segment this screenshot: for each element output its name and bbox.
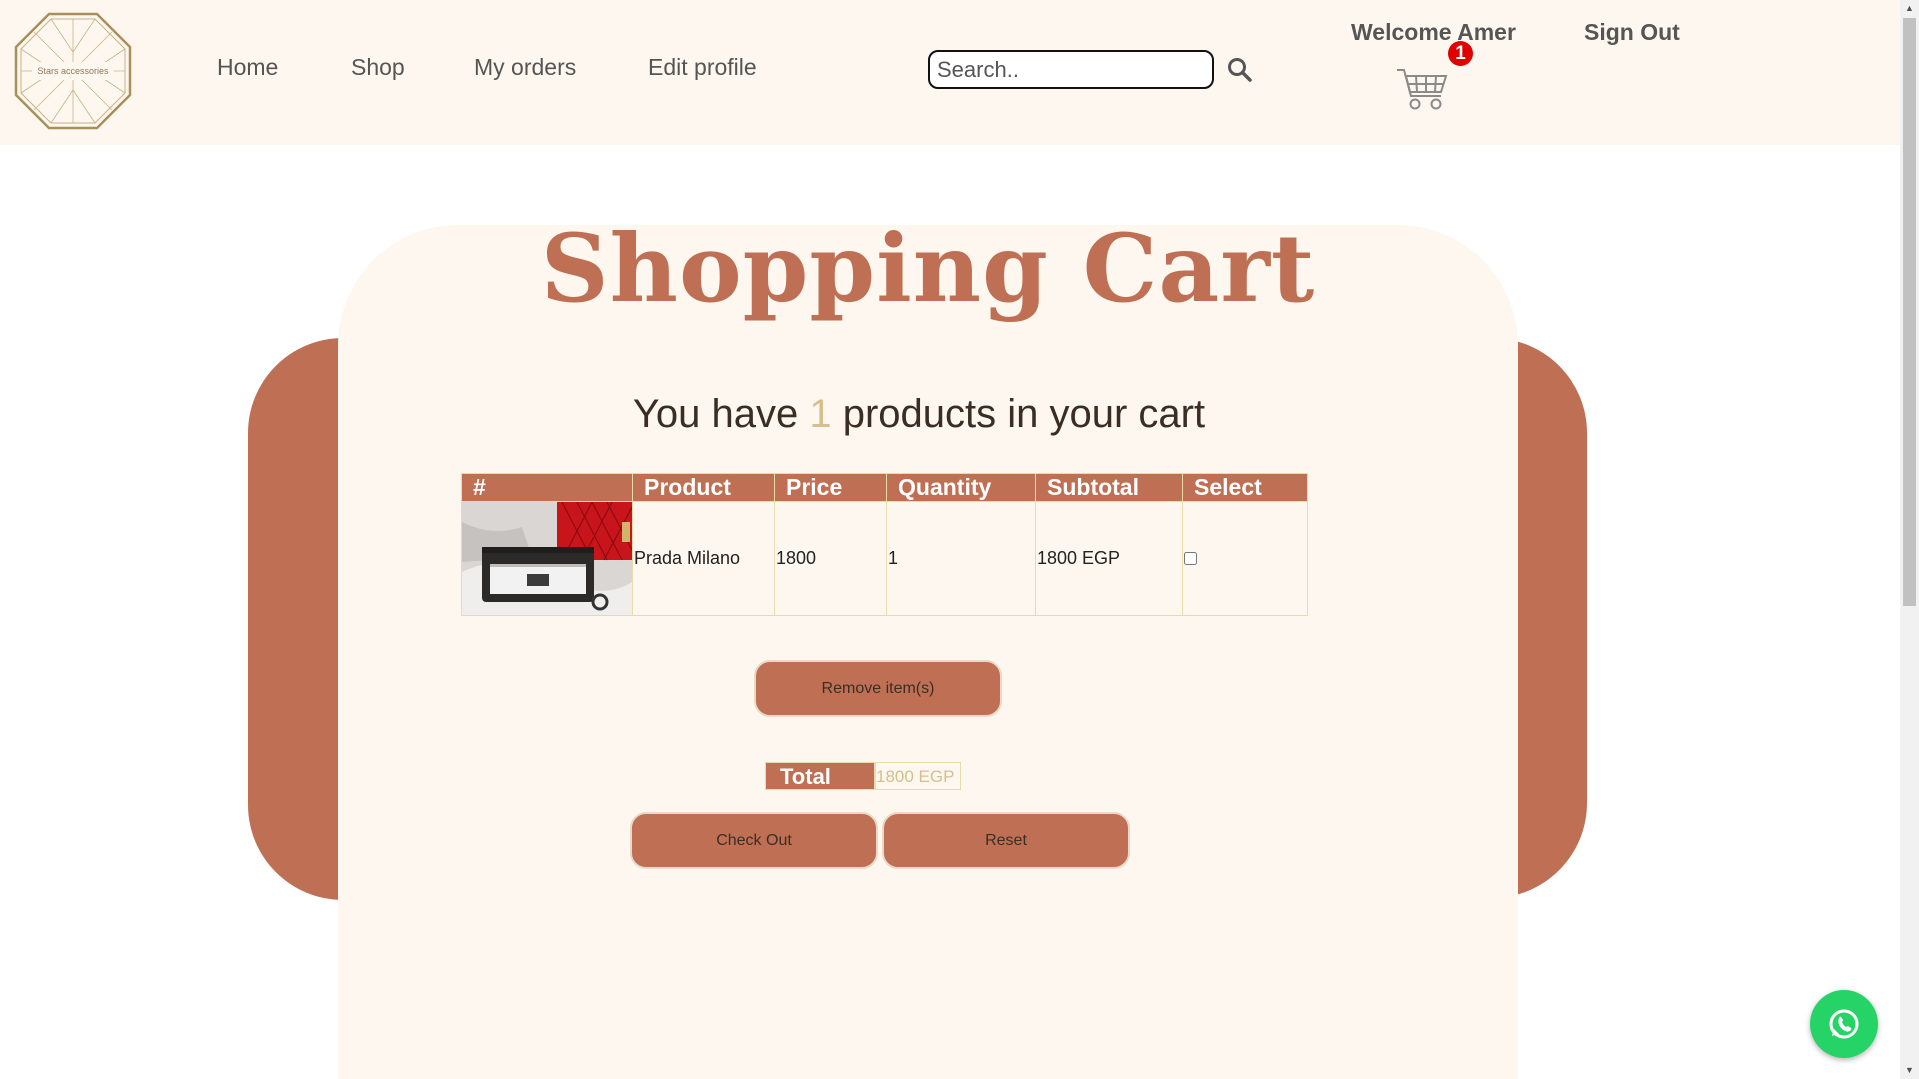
site-header: Stars accessories Home Shop My orders Ed…	[0, 0, 1900, 145]
cart-table: # Product Price Quantity Subtotal Select	[461, 473, 1308, 616]
viewport: Stars accessories Home Shop My orders Ed…	[0, 0, 1919, 1079]
col-header-index: #	[461, 473, 633, 502]
cart-count-badge: 1	[1448, 41, 1473, 66]
product-quantity: 1	[886, 501, 1036, 616]
scroll-down-icon[interactable]: ▼	[1900, 1062, 1919, 1079]
product-name: Prada Milano	[632, 501, 775, 616]
logo-icon[interactable]: Stars accessories	[14, 12, 132, 130]
product-image-cell	[461, 501, 633, 616]
col-header-subtotal: Subtotal	[1035, 473, 1183, 502]
col-header-quantity: Quantity	[886, 473, 1036, 502]
col-header-price: Price	[774, 473, 887, 502]
table-header-row: # Product Price Quantity Subtotal Select	[461, 473, 1308, 502]
cart-icon[interactable]	[1395, 66, 1449, 112]
page-title: Shopping Cart	[540, 214, 1316, 324]
nav-shop[interactable]: Shop	[351, 54, 405, 81]
logo-text: Stars accessories	[37, 66, 109, 76]
product-image[interactable]	[462, 502, 632, 615]
col-header-select: Select	[1182, 473, 1308, 502]
whatsapp-button[interactable]	[1810, 990, 1878, 1058]
scroll-thumb[interactable]	[1903, 18, 1916, 606]
remove-items-button[interactable]: Remove item(s)	[754, 660, 1002, 717]
product-subtotal: 1800 EGP	[1035, 501, 1183, 616]
vertical-scrollbar[interactable]: ▲ ▼	[1900, 0, 1919, 1079]
search-input[interactable]	[928, 50, 1214, 89]
summary-count: 1	[809, 392, 832, 436]
select-checkbox[interactable]	[1184, 551, 1197, 565]
nav-home[interactable]: Home	[217, 54, 278, 81]
checkout-button[interactable]: Check Out	[630, 812, 878, 869]
search-icon[interactable]	[1226, 56, 1254, 84]
col-header-product: Product	[632, 473, 775, 502]
reset-button[interactable]: Reset	[882, 812, 1130, 869]
cart-card	[338, 225, 1518, 1079]
nav-my-orders[interactable]: My orders	[474, 54, 576, 81]
table-row: Prada Milano 1800 1 1800 EGP	[461, 501, 1308, 616]
welcome-text: Welcome Amer	[1351, 19, 1516, 45]
select-cell	[1182, 501, 1308, 616]
total-label: Total	[765, 762, 875, 790]
product-price: 1800	[774, 501, 887, 616]
cart-summary: You have 1 products in your cart	[338, 392, 1500, 437]
summary-suffix: products in your cart	[831, 392, 1206, 436]
total-value: 1800 EGP	[875, 762, 961, 790]
scroll-up-icon[interactable]: ▲	[1900, 0, 1919, 17]
nav-edit-profile[interactable]: Edit profile	[648, 54, 757, 81]
summary-prefix: You have	[632, 392, 810, 436]
whatsapp-icon	[1829, 1009, 1859, 1039]
sign-out-link[interactable]: Sign Out	[1584, 19, 1680, 46]
